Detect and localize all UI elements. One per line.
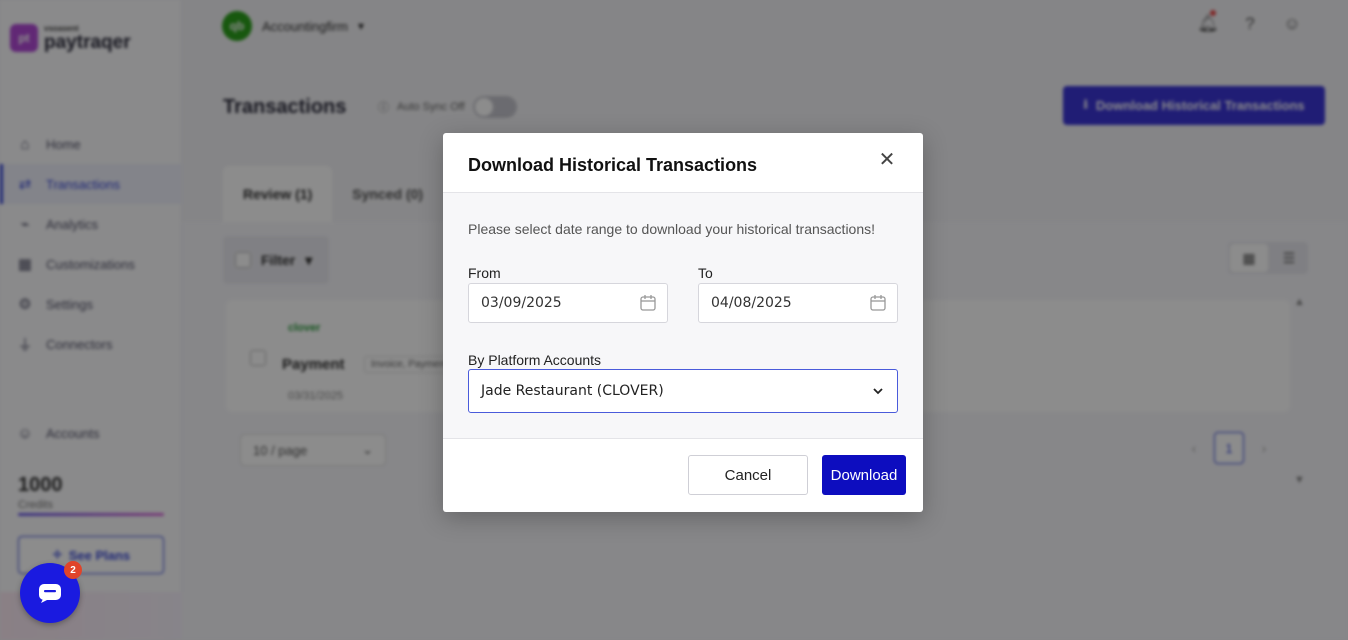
- cancel-button[interactable]: Cancel: [688, 455, 808, 495]
- to-label: To: [698, 265, 713, 281]
- chevron-down-icon: [873, 388, 883, 395]
- close-icon[interactable]: ✕: [877, 150, 897, 170]
- modal-title: Download Historical Transactions: [468, 155, 758, 175]
- modal-header: Download Historical Transactions ✕: [443, 133, 923, 193]
- download-button[interactable]: Download: [822, 455, 906, 495]
- download-historical-modal: Download Historical Transactions ✕ Pleas…: [443, 133, 923, 512]
- chat-launcher-button[interactable]: 2: [20, 561, 82, 623]
- from-date-input[interactable]: 03/09/2025: [468, 283, 668, 323]
- platform-account-select[interactable]: Jade Restaurant (CLOVER): [468, 369, 898, 413]
- platform-account-value: Jade Restaurant (CLOVER): [481, 383, 664, 399]
- from-label: From: [468, 265, 501, 281]
- calendar-icon: [870, 295, 886, 311]
- to-date-value: 04/08/2025: [711, 295, 792, 311]
- from-date-value: 03/09/2025: [481, 295, 562, 311]
- chat-icon: [39, 584, 61, 603]
- platform-label: By Platform Accounts: [468, 352, 602, 368]
- to-date-input[interactable]: 04/08/2025: [698, 283, 898, 323]
- modal-footer: Cancel Download: [443, 439, 923, 512]
- calendar-icon: [640, 295, 656, 311]
- modal-description: Please select date range to download you…: [468, 221, 876, 237]
- chat-badge: 2: [64, 561, 82, 579]
